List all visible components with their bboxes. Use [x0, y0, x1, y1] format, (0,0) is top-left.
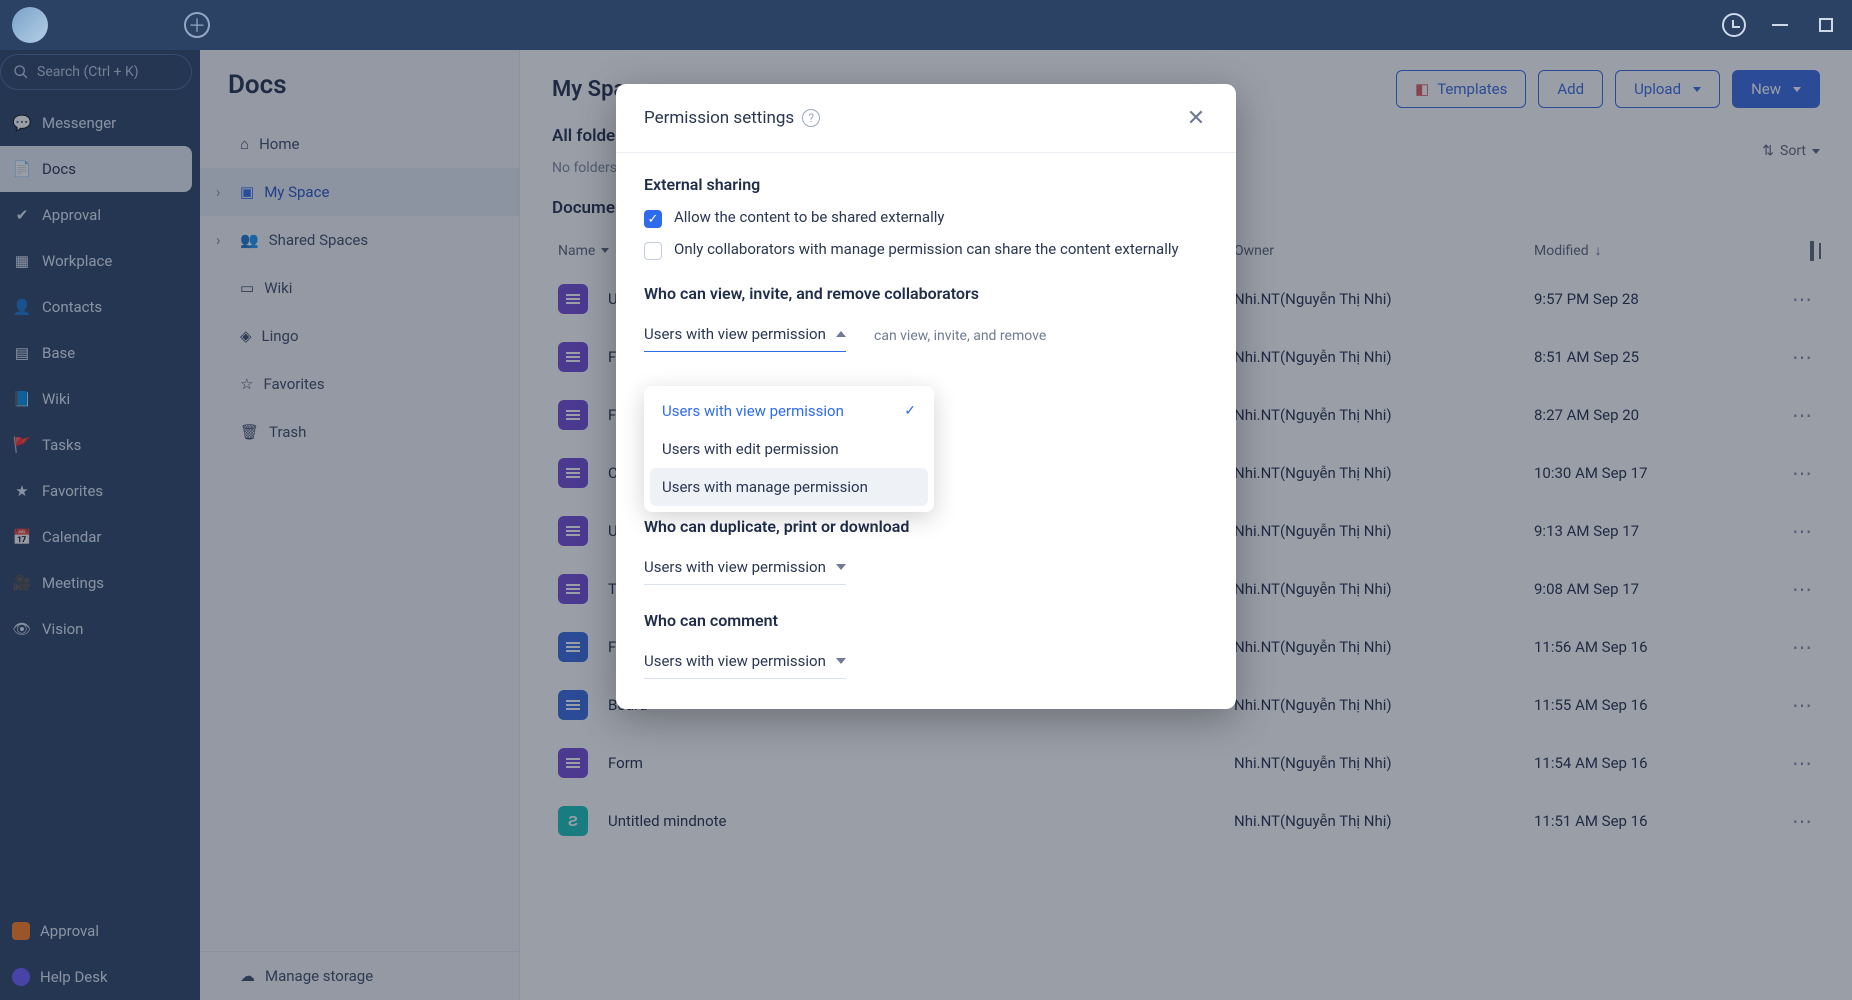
- window-maximize-button[interactable]: [1812, 11, 1840, 39]
- checkbox-manage-only-external[interactable]: [644, 242, 662, 260]
- select-collab-permission[interactable]: Users with view permission: [644, 317, 846, 352]
- label: Permission settings: [644, 108, 794, 128]
- section-collaborators: Who can view, invite, and remove collabo…: [644, 284, 1208, 303]
- window-minimize-button[interactable]: [1766, 11, 1794, 39]
- label: can view, invite, and remove: [874, 328, 1046, 344]
- select-value: Users with view permission: [644, 325, 826, 343]
- chevron-up-icon: [836, 331, 846, 337]
- section-duplicate: Who can duplicate, print or download: [644, 517, 1208, 536]
- add-circle-icon[interactable]: ＋: [184, 12, 210, 38]
- dropdown-option-manage[interactable]: Users with manage permission: [650, 468, 928, 506]
- close-button[interactable]: ✕: [1184, 106, 1208, 130]
- checkbox-allow-external[interactable]: [644, 210, 662, 228]
- option-label: Users with manage permission: [662, 478, 868, 496]
- titlebar: ＋: [0, 0, 1852, 50]
- permission-settings-modal: Permission settings ? ✕ External sharing…: [616, 84, 1236, 709]
- chevron-down-icon: [836, 564, 846, 570]
- dropdown-option-view[interactable]: Users with view permission ✓: [650, 392, 928, 430]
- section-comment: Who can comment: [644, 611, 1208, 630]
- section-external-sharing: External sharing: [644, 175, 1208, 194]
- select-duplicate-permission[interactable]: Users with view permission: [644, 550, 846, 585]
- collab-helper-text: can view, invite, and remove: [874, 328, 1208, 344]
- history-icon[interactable]: [1720, 11, 1748, 39]
- avatar[interactable]: [12, 7, 48, 43]
- select-value: Users with view permission: [644, 558, 826, 576]
- option-label: Users with view permission: [662, 402, 844, 420]
- help-icon[interactable]: ?: [802, 109, 820, 127]
- select-value: Users with view permission: [644, 652, 826, 670]
- dropdown-option-edit[interactable]: Users with edit permission: [650, 430, 928, 468]
- chevron-down-icon: [836, 658, 846, 664]
- check-icon: ✓: [904, 403, 916, 419]
- checkbox-label: Only collaborators with manage permissio…: [674, 240, 1179, 258]
- option-label: Users with edit permission: [662, 440, 839, 458]
- checkbox-label: Allow the content to be shared externall…: [674, 208, 944, 226]
- modal-title: Permission settings ?: [644, 108, 820, 128]
- select-comment-permission[interactable]: Users with view permission: [644, 644, 846, 679]
- permission-dropdown: Users with view permission ✓ Users with …: [644, 386, 934, 512]
